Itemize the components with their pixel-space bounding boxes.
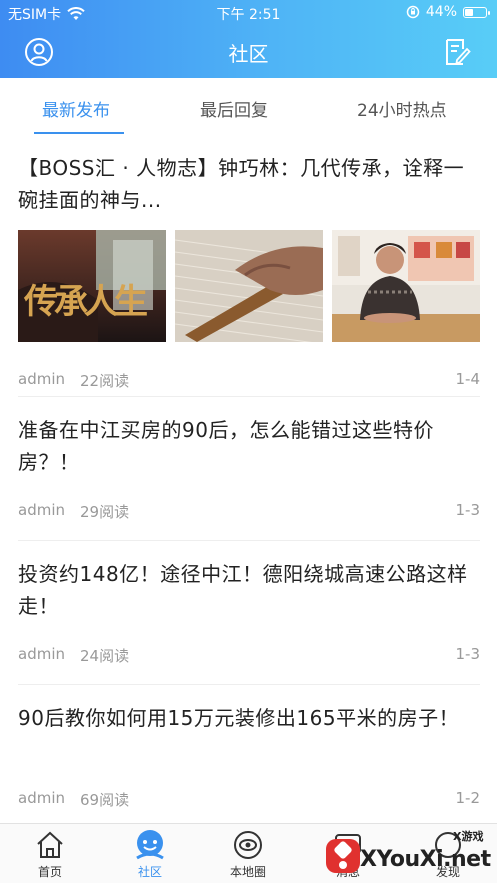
- post-author[interactable]: admin: [18, 501, 65, 519]
- post-date: 1-4: [455, 370, 481, 388]
- rotation-lock-icon: [406, 5, 420, 19]
- post-title[interactable]: 投资约148亿！途径中江！德阳绕城高速公路这样走！: [18, 558, 480, 622]
- tab-last-reply[interactable]: 最后回复: [200, 96, 268, 121]
- tab-active-indicator: [34, 132, 124, 134]
- watermark-text: XYouXi.net: [360, 847, 491, 872]
- thumbnail-overlay-text: 传承人生: [24, 282, 148, 322]
- home-icon: [37, 831, 63, 858]
- local-circle-icon: [234, 831, 262, 859]
- tab-latest[interactable]: 最新发布: [42, 96, 110, 121]
- watermark-small-text: X游戏: [453, 830, 484, 843]
- post-title[interactable]: 90后教你如何用15万元装修出165平米的房子！: [18, 702, 480, 734]
- post-thumbnails: 传承人生: [18, 230, 480, 342]
- tabbar-label: 社区: [137, 865, 162, 879]
- post-read-count: 29阅读: [80, 503, 130, 521]
- battery-icon: [463, 6, 490, 18]
- post-author[interactable]: admin: [18, 370, 65, 388]
- post-read-count: 24阅读: [80, 647, 130, 665]
- post-title[interactable]: 准备在中江买房的90后，怎么能错过这些特价房？！: [18, 414, 480, 478]
- page-title: 社区: [228, 42, 269, 66]
- tabbar-item-home[interactable]: 首页: [10, 828, 90, 880]
- status-right: 44%: [406, 4, 490, 20]
- post-thumbnail-2[interactable]: [175, 230, 323, 342]
- post-title[interactable]: 【BOSS汇 · 人物志】钟巧林：几代传承，诠释一碗挂面的神与...: [18, 152, 480, 216]
- edit-note-icon[interactable]: [443, 37, 471, 67]
- battery-percent: 44%: [425, 4, 457, 20]
- post-card[interactable]: 【BOSS汇 · 人物志】钟巧林：几代传承，诠释一碗挂面的神与... 传承人生: [18, 152, 480, 397]
- post-card[interactable]: 90后教你如何用15万元装修出165平米的房子！ admin 69阅读 1-2: [18, 685, 480, 823]
- feed-tabs: 最新发布 最后回复 24小时热点: [0, 78, 497, 136]
- post-author[interactable]: admin: [18, 645, 65, 663]
- post-date: 1-3: [455, 501, 481, 519]
- tabbar-item-local-circle[interactable]: 本地圈: [208, 828, 288, 880]
- post-thumbnail-1[interactable]: 传承人生: [18, 230, 166, 342]
- app-header: 无SIM卡 下午 2:51 44% 社区: [0, 0, 497, 78]
- post-read-count: 69阅读: [80, 791, 130, 809]
- watermark-logo-icon: [326, 839, 360, 873]
- post-author[interactable]: admin: [18, 789, 65, 807]
- post-read-count: 22阅读: [80, 372, 130, 390]
- status-bar: 无SIM卡 下午 2:51 44%: [0, 0, 497, 26]
- battery-fill: [465, 8, 474, 16]
- post-date: 1-2: [455, 789, 481, 807]
- community-icon: [136, 830, 164, 860]
- site-watermark: XYouXi.net X游戏: [320, 825, 497, 883]
- tabbar-item-community[interactable]: 社区: [110, 828, 190, 880]
- tab-24h-hot[interactable]: 24小时热点: [357, 96, 447, 121]
- tabbar-label: 本地圈: [229, 865, 266, 879]
- post-card[interactable]: 准备在中江买房的90后，怎么能错过这些特价房？！ admin 29阅读 1-3: [18, 397, 480, 541]
- post-date: 1-3: [455, 645, 481, 663]
- post-card[interactable]: 投资约148亿！途径中江！德阳绕城高速公路这样走！ admin 24阅读 1-3: [18, 541, 480, 685]
- post-thumbnail-3[interactable]: [332, 230, 480, 342]
- tabbar-label: 首页: [37, 865, 62, 879]
- navbar: 社区: [0, 30, 497, 74]
